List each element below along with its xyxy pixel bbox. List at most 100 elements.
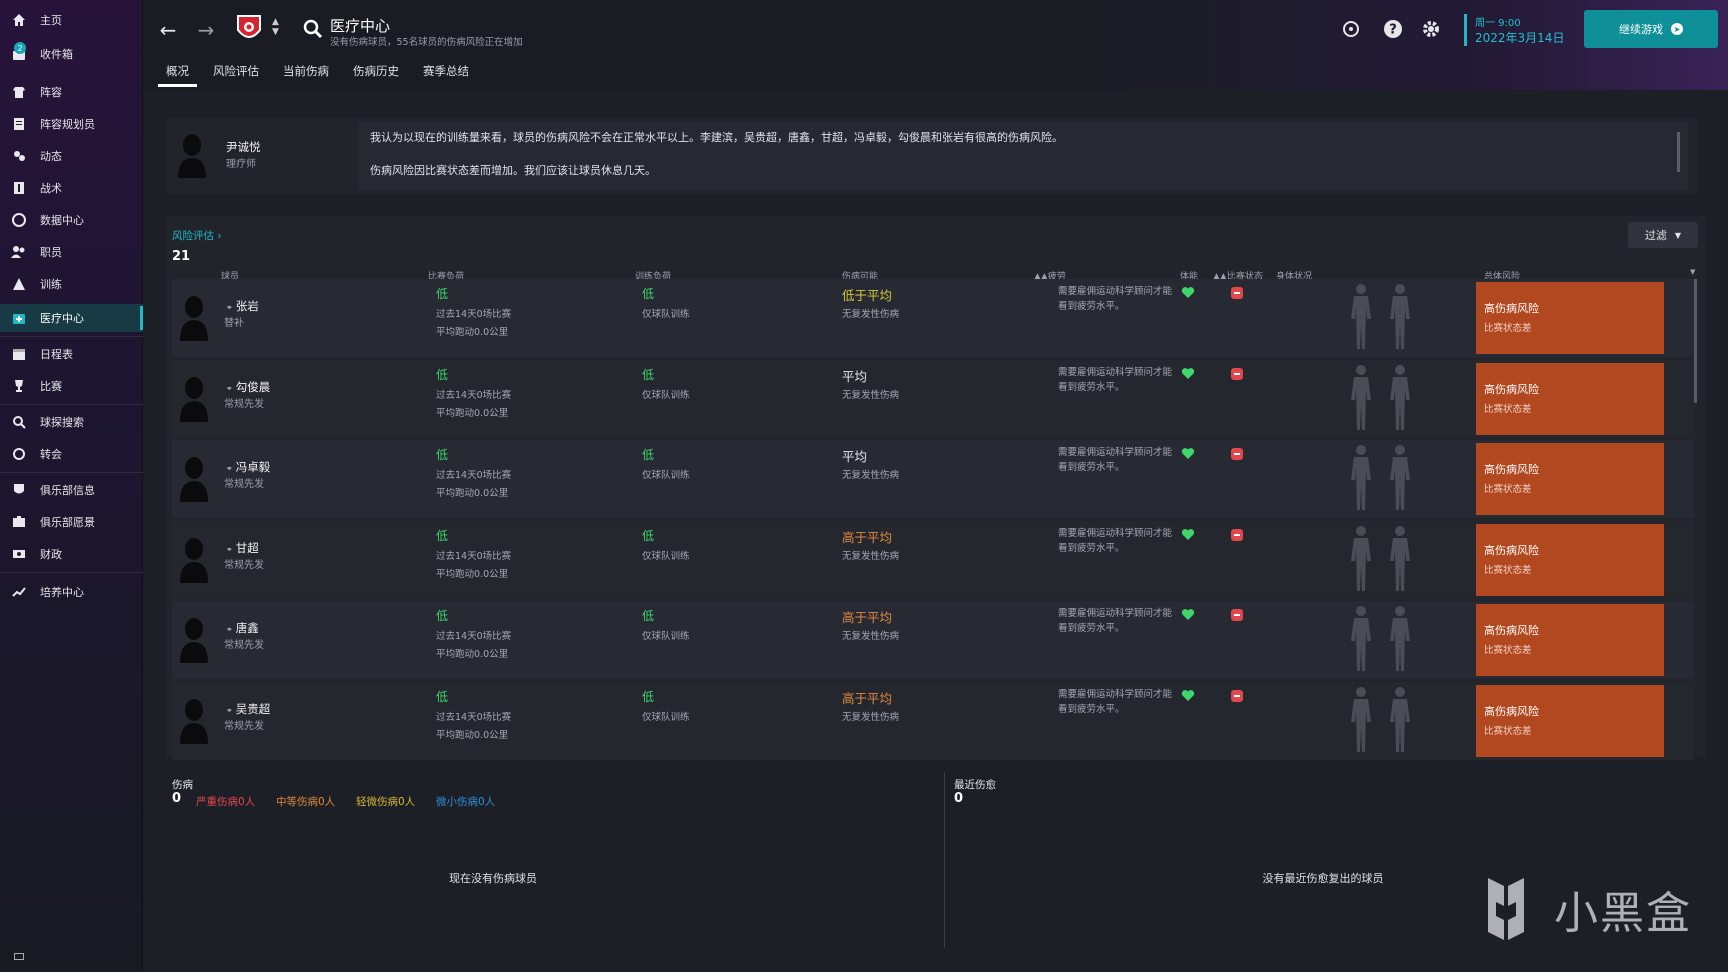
tab-season-summary[interactable]: 赛季总结: [411, 62, 481, 88]
body-front-icon[interactable]: [1349, 364, 1373, 432]
fatigue-note: 需要雇佣运动科学顾问才能看到疲劳水平。: [1058, 286, 1173, 312]
continue-button[interactable]: 继续游戏 ➤: [1584, 10, 1718, 48]
match-sharpness-icon[interactable]: [1231, 448, 1243, 460]
sidebar-item-development[interactable]: 培养中心: [0, 578, 143, 606]
sidebar-item-tactics[interactable]: 战术: [0, 174, 143, 202]
risk-assessment-link[interactable]: 风险评估 ›: [172, 228, 222, 243]
match-load-value: 低: [436, 448, 449, 462]
player-avatar[interactable]: [178, 374, 210, 422]
sidebar-item-calendar[interactable]: 日程表: [0, 340, 143, 368]
sidebar-item-scouting[interactable]: 球探搜索: [0, 408, 143, 436]
sidebar-item-staff[interactable]: 职员: [0, 238, 143, 266]
recent-title: 最近伤愈: [954, 779, 996, 791]
body-back-icon[interactable]: [1388, 605, 1412, 673]
body-front-icon[interactable]: [1349, 444, 1373, 512]
status-indicator-icon[interactable]: [14, 953, 24, 960]
sidebar-item-label: 比赛: [40, 380, 62, 393]
player-name[interactable]: ⚭ 吴贵超: [226, 701, 270, 717]
sidebar-item-club-vision[interactable]: 俱乐部愿景: [0, 508, 143, 536]
heart-icon[interactable]: [1181, 367, 1195, 380]
sidebar-item-squad[interactable]: 阵容: [0, 78, 143, 106]
overall-risk-badge[interactable]: 高伤病风险 比赛状态差: [1476, 443, 1664, 515]
match-load-value: 低: [436, 528, 449, 543]
overall-risk-badge[interactable]: 高伤病风险 比赛状态差: [1476, 362, 1664, 435]
staff-name[interactable]: 尹诚悦: [226, 139, 261, 155]
search-icon[interactable]: [302, 18, 324, 40]
player-avatar[interactable]: [178, 696, 210, 744]
table-row[interactable]: ⚭ 张岩 替补低过去14天0场比赛 平均跑动0.0公里低仅球队训练 低于平均 无复发性伤病…: [172, 279, 1694, 357]
heart-icon[interactable]: [1181, 689, 1195, 702]
table-row[interactable]: ⚭ 吴贵超 常规先发低过去14天0场比赛 平均跑动0.0公里低仅球队训练 高于平均 无复发…: [172, 681, 1694, 760]
filter-button[interactable]: 过滤 ▼: [1628, 222, 1698, 248]
player-name[interactable]: ⚭ 唐鑫: [226, 620, 259, 636]
staff-avatar[interactable]: [176, 132, 208, 178]
sidebar-item-club-info[interactable]: 俱乐部信息: [0, 476, 143, 504]
body-front-icon[interactable]: [1349, 525, 1373, 593]
player-name[interactable]: ⚭ 勾俊晨: [226, 379, 270, 395]
club-crest-icon[interactable]: [236, 14, 262, 44]
sidebar-item-data-hub[interactable]: 数据中心: [0, 206, 143, 234]
minor-injuries-label[interactable]: 轻微伤病0人: [356, 794, 415, 809]
help-icon[interactable]: ?: [1382, 18, 1404, 40]
body-back-icon[interactable]: [1388, 364, 1412, 432]
gear-icon[interactable]: [1420, 18, 1442, 40]
tab-risk-assessment[interactable]: 风险评估: [201, 62, 271, 88]
heart-icon[interactable]: [1181, 608, 1195, 621]
body-front-icon[interactable]: [1349, 283, 1373, 351]
table-row[interactable]: ⚭ 冯卓毅 常规先发低过去14天0场比赛 平均跑动0.0公里低仅球队训练 平均 无复发性伤…: [172, 440, 1694, 518]
sidebar-item-competitions[interactable]: 比赛: [0, 372, 143, 400]
player-avatar[interactable]: [178, 535, 210, 583]
sidebar-item-finances[interactable]: 财政: [0, 540, 143, 568]
table-row[interactable]: ⚭ 勾俊晨 常规先发低过去14天0场比赛 平均跑动0.0公里低仅球队训练 平均 无复发性伤…: [172, 359, 1694, 438]
player-avatar[interactable]: [178, 293, 210, 341]
forward-arrow-icon[interactable]: →: [194, 18, 218, 42]
table-row[interactable]: ⚭ 唐鑫 常规先发低过去14天0场比赛 平均跑动0.0公里低仅球队训练 高于平均 无复发性…: [172, 601, 1694, 679]
tab-current-injuries[interactable]: 当前伤病: [271, 62, 341, 88]
heart-icon[interactable]: [1181, 286, 1195, 299]
tab-overview[interactable]: 概况: [154, 62, 201, 88]
sort-down-icon[interactable]: ▼: [1690, 268, 1695, 276]
body-back-icon[interactable]: [1388, 686, 1412, 754]
slight-injuries-label[interactable]: 微小伤病0人: [436, 794, 495, 809]
table-scrollbar[interactable]: [1694, 279, 1697, 403]
table-row[interactable]: ⚭ 甘超 常规先发低过去14天0场比赛 平均跑动0.0公里低仅球队训练 高于平均 无复发性…: [172, 520, 1694, 599]
match-sharpness-icon[interactable]: [1231, 367, 1243, 380]
club-switch-icon[interactable]: ▲ ▼: [272, 17, 279, 37]
body-front-icon[interactable]: [1349, 605, 1373, 673]
back-arrow-icon[interactable]: ←: [156, 18, 180, 42]
overall-risk-badge[interactable]: 高伤病风险 比赛状态差: [1476, 523, 1664, 596]
heart-icon[interactable]: [1181, 528, 1195, 541]
body-back-icon[interactable]: [1388, 525, 1412, 593]
overall-risk-badge[interactable]: 高伤病风险 比赛状态差: [1476, 604, 1664, 676]
player-name[interactable]: ⚭ 冯卓毅: [226, 459, 270, 475]
body-front-icon[interactable]: [1349, 686, 1373, 754]
body-back-icon[interactable]: [1388, 283, 1412, 351]
match-sharpness-icon[interactable]: [1231, 689, 1243, 702]
player-avatar[interactable]: [178, 615, 210, 663]
sidebar-item-home[interactable]: 主页: [0, 6, 143, 34]
overall-risk-badge[interactable]: 高伤病风险 比赛状态差: [1476, 684, 1664, 757]
sidebar-item-label: 战术: [40, 182, 62, 195]
player-name[interactable]: ⚭ 张岩: [226, 298, 259, 314]
sidebar-item-dynamics[interactable]: 动态: [0, 142, 143, 170]
moderate-injuries-label[interactable]: 中等伤病0人: [276, 794, 335, 809]
sidebar-item-training[interactable]: 训练: [0, 270, 143, 298]
overall-risk-badge[interactable]: 高伤病风险 比赛状态差: [1476, 282, 1664, 354]
advice-scrollbar[interactable]: [1677, 132, 1680, 172]
heart-icon[interactable]: [1181, 447, 1195, 460]
player-name-text: 冯卓毅: [235, 460, 271, 474]
match-sharpness-icon[interactable]: [1231, 609, 1243, 621]
tab-injury-history[interactable]: 伤病历史: [341, 62, 411, 88]
player-avatar[interactable]: [178, 454, 210, 502]
sidebar-item-medical[interactable]: 医疗中心: [0, 304, 143, 332]
match-load-value: 低: [436, 287, 449, 301]
fm-logo-icon[interactable]: [1340, 18, 1362, 40]
severe-injuries-label[interactable]: 严重伤病0人: [196, 794, 255, 809]
match-sharpness-icon[interactable]: [1231, 528, 1243, 541]
body-back-icon[interactable]: [1388, 444, 1412, 512]
match-sharpness-icon[interactable]: [1231, 287, 1243, 299]
player-name[interactable]: ⚭ 甘超: [226, 540, 259, 556]
sidebar-item-squad-planner[interactable]: 阵容规划员: [0, 110, 143, 138]
sidebar-item-transfers[interactable]: 转会: [0, 440, 143, 468]
sidebar-item-inbox[interactable]: 2 收件箱: [0, 40, 143, 68]
